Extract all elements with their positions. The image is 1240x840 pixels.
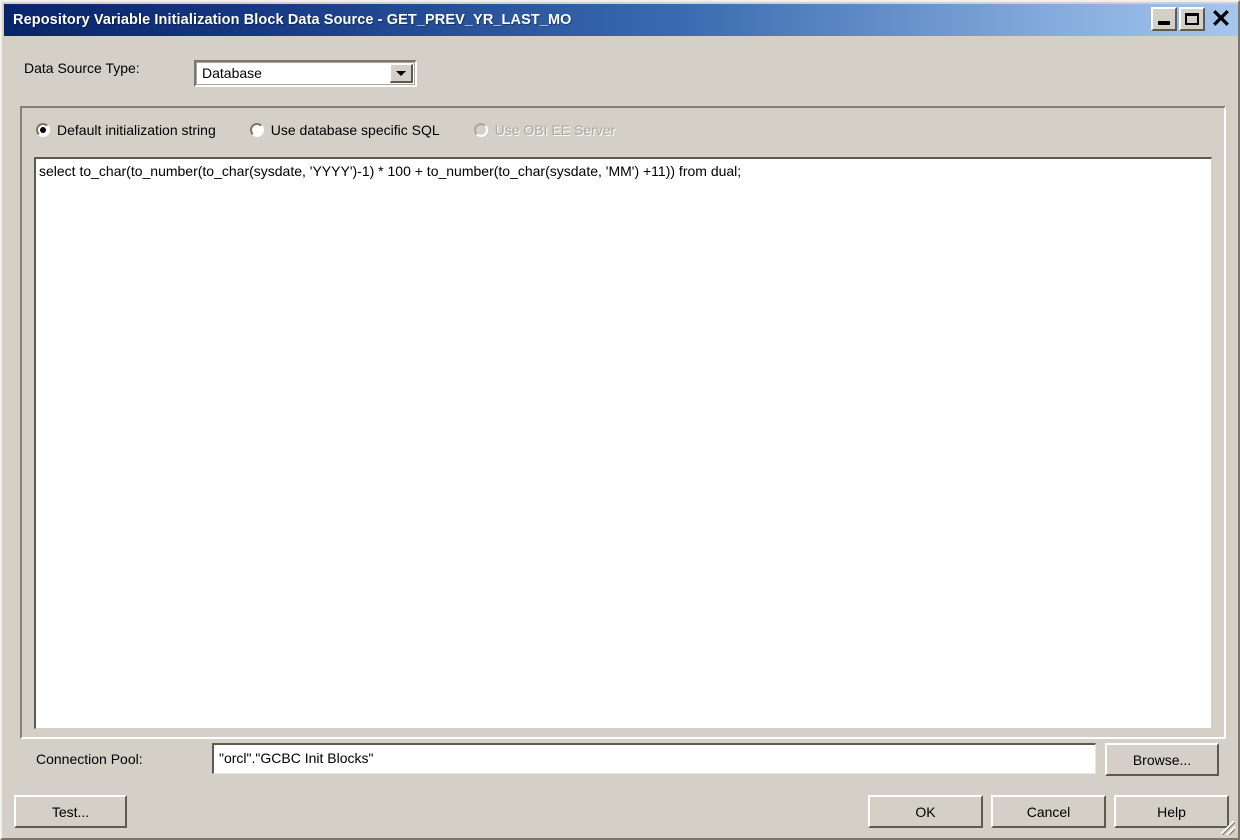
window-controls: ✕	[1151, 5, 1235, 33]
radio-default-init-string-label: Default initialization string	[57, 122, 216, 138]
maximize-button[interactable]	[1179, 7, 1205, 31]
radio-obiee-server-icon	[473, 123, 488, 137]
maximize-icon	[1185, 13, 1199, 25]
help-button[interactable]: Help	[1114, 795, 1229, 828]
connection-pool-value: "orcl"."GCBC Init Blocks"	[219, 750, 374, 766]
sql-textarea[interactable]: select to_char(to_number(to_char(sysdate…	[34, 157, 1212, 729]
init-string-groupbox: Default initialization string Use databa…	[20, 106, 1226, 739]
source-mode-radio-group: Default initialization string Use databa…	[36, 122, 649, 138]
minimize-icon	[1158, 21, 1170, 25]
radio-database-specific-sql-icon	[249, 123, 264, 137]
radio-database-specific-sql-label: Use database specific SQL	[270, 122, 440, 138]
radio-obiee-server-label: Use OBI EE Server	[494, 122, 616, 138]
test-button[interactable]: Test...	[14, 795, 127, 828]
cancel-button[interactable]: Cancel	[991, 795, 1106, 828]
data-source-type-select[interactable]: Database	[194, 60, 417, 87]
data-source-type-dropdown-button[interactable]	[390, 64, 413, 83]
chevron-down-icon	[396, 70, 406, 76]
close-icon: ✕	[1210, 5, 1232, 33]
browse-button[interactable]: Browse...	[1105, 743, 1219, 776]
resize-grip[interactable]	[1221, 821, 1235, 835]
connection-pool-input[interactable]: "orcl"."GCBC Init Blocks"	[212, 743, 1096, 774]
minimize-button[interactable]	[1151, 7, 1177, 31]
close-button[interactable]: ✕	[1207, 5, 1235, 33]
title-bar[interactable]: Repository Variable Initialization Block…	[4, 4, 1238, 36]
dialog-window: Repository Variable Initialization Block…	[0, 0, 1240, 840]
data-source-type-value: Database	[202, 65, 262, 81]
window-title: Repository Variable Initialization Block…	[13, 12, 572, 28]
data-source-type-row: Data Source Type: Database	[2, 54, 1238, 90]
ok-button[interactable]: OK	[868, 795, 983, 828]
data-source-type-label: Data Source Type:	[24, 60, 140, 76]
radio-obiee-server: Use OBI EE Server	[473, 122, 616, 138]
connection-pool-label: Connection Pool:	[36, 751, 143, 767]
radio-default-init-string[interactable]: Default initialization string	[36, 122, 216, 138]
sql-text-content: select to_char(to_number(to_char(sysdate…	[39, 163, 742, 179]
radio-database-specific-sql[interactable]: Use database specific SQL	[249, 122, 440, 138]
radio-default-init-string-icon	[36, 123, 50, 137]
